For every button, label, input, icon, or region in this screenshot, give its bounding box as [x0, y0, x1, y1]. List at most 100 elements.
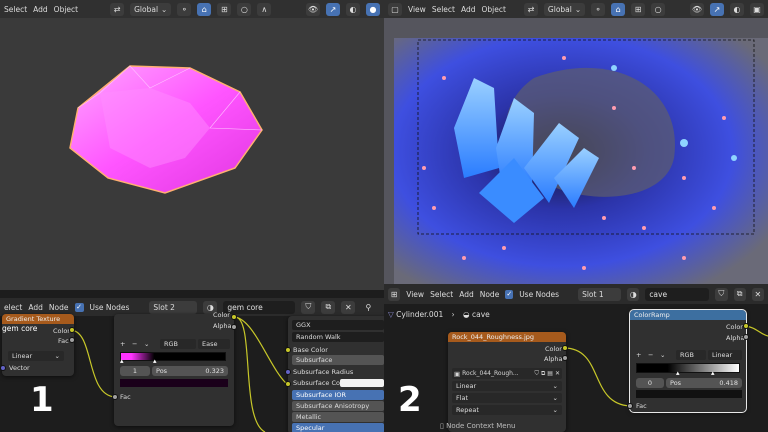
subsurface-label: Subsurface [296, 356, 333, 364]
ramp-interpolation-dropdown[interactable]: Ease [198, 339, 230, 349]
ramp-stop-handle-1[interactable]: ▴ [711, 369, 715, 377]
color-ramp-gradient[interactable] [120, 352, 226, 361]
gradient-fac-socket[interactable] [69, 337, 75, 343]
specular-field[interactable]: Specular [292, 423, 384, 432]
add-stop-button[interactable]: + [636, 351, 641, 359]
ramp-stop-index[interactable]: 0 [636, 378, 664, 388]
vector-input-socket[interactable] [0, 365, 6, 371]
menu-object[interactable]: Object [481, 5, 505, 14]
subsurface-ior-field[interactable]: Subsurface IOR [292, 390, 384, 400]
pivot-point-icon[interactable]: ⚬ [177, 2, 192, 16]
transform-pivot-icon[interactable]: ⇄ [110, 2, 125, 16]
viewport-left[interactable]: Select Add Object ⇄ Global ⌄ ⚬ ⌂ ⊞ ○ ∧ 👁 … [0, 0, 384, 290]
shading-icon[interactable]: ● [366, 2, 380, 16]
ramp-stop-color-swatch[interactable] [120, 379, 228, 387]
proportional-edit-icon[interactable]: ○ [237, 2, 252, 16]
orientation-dropdown[interactable]: Global ⌄ [130, 2, 172, 16]
base-color-socket[interactable] [285, 347, 291, 353]
overlay-icon[interactable]: ◐ [730, 2, 744, 16]
colorramp-alpha-output: Alpha [213, 322, 232, 330]
proportional-edit-icon[interactable]: ○ [651, 2, 666, 16]
colorramp-color-socket[interactable] [231, 314, 237, 320]
snap-icon[interactable]: ⌂ [197, 2, 212, 16]
ramp-pos-field[interactable]: Pos 0.418 [666, 378, 742, 388]
subsurface-radius-socket[interactable] [285, 369, 291, 375]
ramp-menu-button[interactable]: ⌄ [144, 340, 149, 348]
image-extension-dropdown[interactable]: Repeat ⌄ [452, 405, 562, 415]
image-alpha-output: Alpha [544, 355, 563, 363]
image-interpolation-dropdown[interactable]: Linear ⌄ [452, 381, 562, 391]
colorramp-alpha-socket[interactable] [231, 324, 237, 330]
overlay-icon[interactable]: ◐ [346, 2, 360, 16]
metallic-label: Metallic [296, 413, 322, 421]
gradient-texture-title[interactable]: Gradient Texture [2, 314, 74, 324]
subsurface-color-swatch[interactable] [340, 379, 384, 387]
colorramp-color-socket[interactable] [743, 323, 749, 329]
ramp-interp-value: Linear [712, 351, 733, 359]
fake-user-icon[interactable]: ⛉ [534, 370, 539, 378]
colorramp-title[interactable]: ColorRamp [630, 310, 746, 320]
ramp-stop-handle-0[interactable]: ▴ [120, 357, 124, 365]
viewport-right[interactable]: ▢ View Select Add Object ⇄ Global ⌄ ⚬ ⌂ ⊞… [384, 0, 768, 290]
ramp-stop-color-swatch[interactable] [636, 390, 742, 398]
gizmo-icon[interactable]: ↗ [326, 2, 340, 16]
colorramp-fac-socket[interactable] [112, 394, 118, 400]
menu-add[interactable]: Add [33, 5, 48, 14]
add-stop-button[interactable]: + [120, 340, 125, 348]
open-folder-icon[interactable]: ▤ [547, 370, 553, 377]
remove-stop-button[interactable]: − [648, 351, 653, 359]
snap-icon[interactable]: ⌂ [611, 2, 626, 16]
subsurface-method-value: Random Walk [296, 333, 341, 341]
subsurface-anisotropy-field[interactable]: Subsurface Anisotropy [292, 401, 384, 411]
image-color-output: Color [545, 345, 562, 353]
xray-icon[interactable]: ▣ [750, 2, 764, 16]
image-projection-dropdown[interactable]: Flat ⌄ [452, 393, 562, 403]
colorramp-alpha-socket[interactable] [743, 334, 749, 340]
orientation-dropdown[interactable]: Global ⌄ [543, 2, 586, 16]
gradient-type-dropdown[interactable]: Linear ⌄ [8, 351, 64, 361]
remove-stop-button[interactable]: − [132, 340, 137, 348]
transform-pivot-icon[interactable]: ⇄ [523, 2, 538, 16]
gizmo-icon[interactable]: ↗ [710, 2, 724, 16]
visibility-icon[interactable]: 👁 [306, 2, 320, 16]
ramp-menu-button[interactable]: ⌄ [660, 351, 665, 359]
color-ramp-gradient[interactable] [636, 363, 740, 373]
unlink-icon[interactable]: ✕ [555, 370, 560, 377]
image-color-socket[interactable] [562, 345, 568, 351]
stop-index-value: 0 [647, 379, 653, 387]
subsurface-method-dropdown[interactable]: Random Walk [292, 332, 384, 342]
image-texture-title[interactable]: Rock_044_Roughness.jpg [448, 332, 566, 342]
ramp-stop-index[interactable]: 1 [120, 366, 150, 376]
subsurface-color-socket[interactable] [285, 381, 291, 387]
ramp-stop-handle-0[interactable]: ▴ [676, 369, 680, 377]
node-editor-right[interactable]: ⊞ View Select Add Node ✓ Use Nodes Slot … [384, 284, 768, 432]
menu-add[interactable]: Add [461, 5, 476, 14]
ramp-pos-field[interactable]: Pos 0.323 [152, 366, 228, 376]
menu-select[interactable]: Select [4, 5, 27, 14]
gradient-color-socket[interactable] [69, 327, 75, 333]
menu-object[interactable]: Object [54, 5, 78, 14]
metallic-field[interactable]: Metallic [292, 412, 384, 422]
colorramp-fac-socket[interactable] [627, 403, 633, 409]
ramp-stop-handle-1[interactable]: ▴ [153, 357, 157, 365]
snap-target-icon[interactable]: ⊞ [217, 2, 232, 16]
menu-select[interactable]: Select [432, 5, 455, 14]
falloff-icon[interactable]: ∧ [257, 2, 272, 16]
image-alpha-socket[interactable] [562, 355, 568, 361]
visibility-icon[interactable]: 👁 [690, 2, 704, 16]
image-icon: ▣ [454, 369, 461, 378]
subsurface-field[interactable]: Subsurface [292, 355, 384, 365]
pos-value: 0.418 [719, 379, 738, 387]
colorramp-alpha-output: Alpha [726, 334, 745, 342]
node-editor-left[interactable]: elect Add Node ✓ Use Nodes Slot 2 ◑ gem … [0, 290, 384, 432]
image-browse-row[interactable]: ▣ Rock_044_Rough... ⛉ ⧉ ▤ ✕ [452, 368, 562, 379]
ramp-mode-dropdown[interactable]: RGB [676, 350, 706, 360]
menu-view[interactable]: View [408, 5, 426, 14]
pivot-point-icon[interactable]: ⚬ [591, 2, 606, 16]
snap-target-icon[interactable]: ⊞ [631, 2, 646, 16]
editor-type-icon[interactable]: ▢ [388, 2, 402, 16]
duplicate-icon[interactable]: ⧉ [541, 370, 545, 378]
ramp-mode-dropdown[interactable]: RGB [160, 339, 196, 349]
distribution-dropdown[interactable]: GGX [292, 320, 384, 330]
ramp-interpolation-dropdown[interactable]: Linear [708, 350, 742, 360]
